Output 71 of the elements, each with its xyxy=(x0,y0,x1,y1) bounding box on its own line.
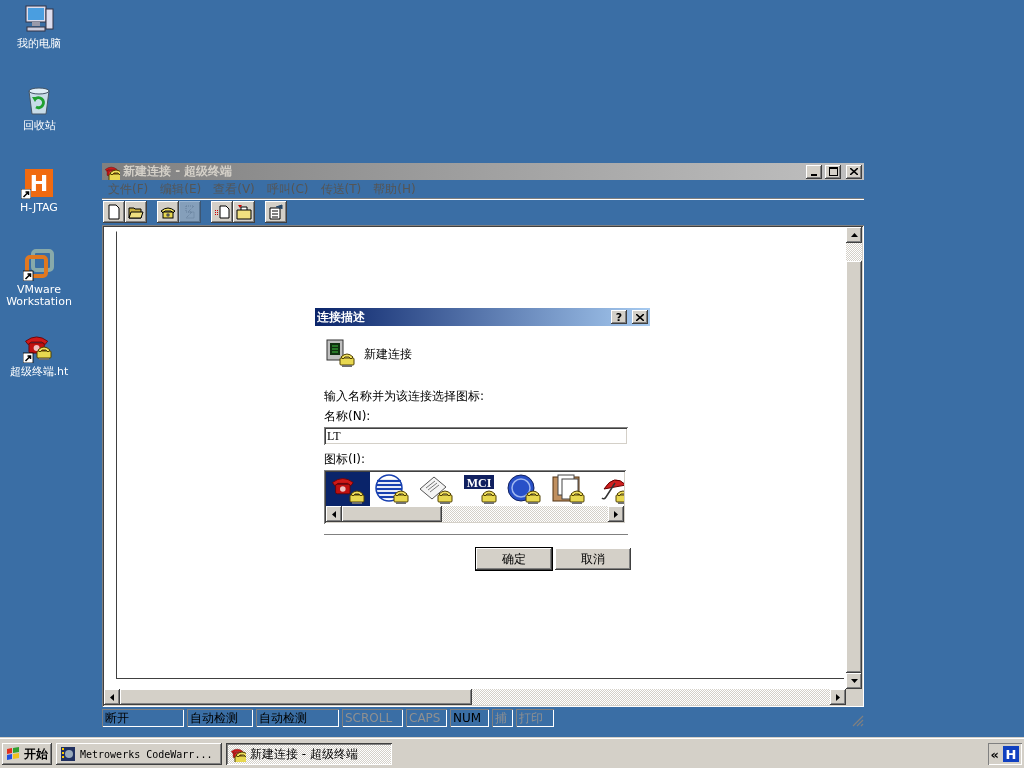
telephone-icon xyxy=(160,204,176,220)
open-folder-icon xyxy=(128,204,144,220)
scrollbar[interactable] xyxy=(104,689,846,705)
left-arrow-icon xyxy=(332,510,336,518)
task-label: 新建连接 - 超级终端 xyxy=(250,745,358,763)
close-button[interactable] xyxy=(632,310,648,324)
windows-flag-icon xyxy=(5,746,21,762)
help-button[interactable]: ? xyxy=(611,310,627,324)
icon-option[interactable] xyxy=(326,472,370,506)
start-label: 开始 xyxy=(24,745,48,763)
properties-icon xyxy=(268,204,284,220)
telephone-icon xyxy=(182,204,198,220)
scroll-thumb[interactable] xyxy=(120,689,472,705)
task-label: Metrowerks CodeWarr... xyxy=(80,748,213,760)
dialog-title: 连接描述 xyxy=(317,308,366,326)
cancel-button[interactable]: 取消 xyxy=(555,548,631,570)
taskbar-button[interactable]: Metrowerks CodeWarr... xyxy=(56,743,222,765)
icon-label[interactable]: 超级终端.ht xyxy=(3,366,75,378)
toolbar-button[interactable] xyxy=(125,201,147,223)
status-field: 打印 xyxy=(516,709,554,727)
left-arrow-icon xyxy=(110,693,114,701)
scrollbar[interactable] xyxy=(326,506,624,522)
orb-icon xyxy=(506,473,542,505)
ok-button[interactable]: 确定 xyxy=(476,548,552,570)
scrollbar-corner xyxy=(846,689,862,705)
prompt-text: 输入名称并为该连接选择图标: xyxy=(324,388,486,404)
tray-app-icon[interactable]: H xyxy=(1003,746,1019,762)
new-document-icon xyxy=(106,204,122,220)
minimize-icon xyxy=(811,173,817,176)
field-label: 图标(I): xyxy=(324,451,366,467)
status-field: 捕 xyxy=(492,709,513,727)
close-icon xyxy=(850,168,858,175)
minimize-button[interactable] xyxy=(806,164,822,179)
maximize-icon xyxy=(828,167,838,176)
field-label: 名称(N): xyxy=(324,408,372,424)
icon-label[interactable]: H-JTAG xyxy=(3,202,75,214)
icon-label[interactable]: VMware Workstation xyxy=(3,284,75,308)
expand-tray-button[interactable]: « xyxy=(990,746,999,762)
status-field: SCROLL xyxy=(342,709,403,727)
window-title: 新建连接 - 超级终端 xyxy=(123,163,234,180)
name-input-field[interactable]: LT xyxy=(324,427,628,445)
status-field: CAPS xyxy=(406,709,447,727)
scroll-thumb[interactable] xyxy=(342,506,442,522)
film-gear-icon xyxy=(60,746,76,762)
maximize-button[interactable] xyxy=(825,164,841,179)
toolbar-button[interactable] xyxy=(103,201,125,223)
globe-icon xyxy=(374,473,410,505)
up-arrow-icon xyxy=(850,233,858,237)
taskbar-button[interactable]: 新建连接 - 超级终端 xyxy=(226,743,392,765)
connection-name: 新建连接 xyxy=(364,346,412,362)
status-field: 自动检测 xyxy=(256,709,339,727)
icon-label[interactable]: 我的电脑 xyxy=(3,38,75,50)
right-arrow-icon xyxy=(836,693,840,701)
toolbar-button[interactable] xyxy=(265,201,287,223)
app-logo: H xyxy=(25,169,53,197)
status-field: 自动检测 xyxy=(187,709,253,727)
shortcut-arrow-icon xyxy=(21,189,31,199)
telephone-icon xyxy=(230,746,246,762)
close-icon xyxy=(636,313,644,321)
icon-label[interactable]: 回收站 xyxy=(3,120,75,132)
toolbar-button[interactable] xyxy=(211,201,233,223)
start-button[interactable]: 开始 xyxy=(2,743,52,765)
close-button[interactable] xyxy=(846,164,862,179)
status-field: NUM xyxy=(450,709,489,727)
right-arrow-icon xyxy=(614,510,618,518)
folder-icon xyxy=(236,204,252,220)
status-field: 断开 xyxy=(102,709,184,727)
resize-grip-icon xyxy=(852,715,864,727)
toolbar-button[interactable] xyxy=(233,201,255,223)
down-arrow-icon xyxy=(850,679,858,683)
toolbar-button[interactable] xyxy=(157,201,179,223)
